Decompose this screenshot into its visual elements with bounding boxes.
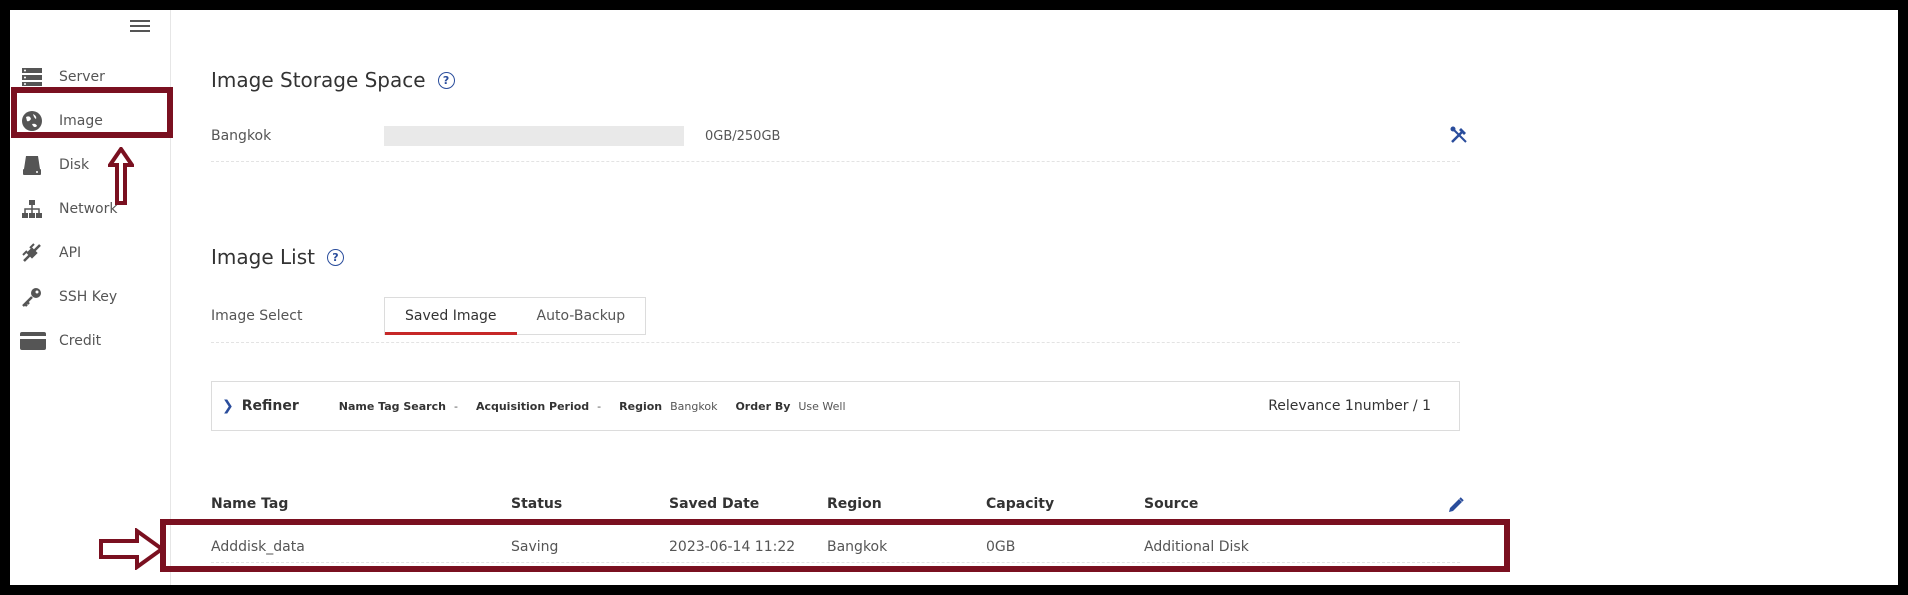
storage-title-text: Image Storage Space: [211, 68, 426, 92]
storage-section-title: Image Storage Space ?: [211, 68, 455, 92]
sidebar-item-network[interactable]: Network: [20, 194, 170, 224]
filter-value: -: [597, 399, 602, 413]
divider: [211, 562, 1460, 563]
sidebar-item-credit[interactable]: Credit: [20, 326, 170, 356]
sidebar-item-image[interactable]: Image: [20, 106, 170, 136]
divider: [211, 342, 1460, 343]
sidebar-item-label: Server: [59, 69, 105, 85]
credit-card-icon: [20, 329, 46, 353]
filter-label: Region: [619, 399, 663, 413]
storage-region-label: Bangkok: [211, 128, 272, 144]
sidebar-item-server[interactable]: Server: [20, 62, 170, 92]
pencil-edit-icon[interactable]: [1447, 496, 1465, 514]
sidebar-item-label: API: [59, 245, 82, 261]
menu-toggle-icon[interactable]: [130, 18, 150, 34]
image-globe-icon: [20, 109, 44, 133]
column-header-name-tag: Name Tag: [211, 496, 289, 512]
column-header-region: Region: [827, 496, 882, 512]
sidebar: Server Image Disk Network API SSH Key Cr…: [10, 10, 171, 585]
filter-value: -: [453, 399, 458, 413]
cell-capacity: 0GB: [986, 539, 1016, 555]
tools-icon[interactable]: [1449, 125, 1469, 145]
help-icon[interactable]: ?: [437, 71, 455, 89]
filter-value: Bangkok: [670, 399, 718, 413]
image-list-section-title: Image List ?: [211, 245, 344, 269]
sidebar-item-disk[interactable]: Disk: [20, 150, 170, 180]
storage-usage-bar: [384, 126, 684, 146]
column-header-source: Source: [1144, 496, 1199, 512]
cell-source: Additional Disk: [1144, 539, 1249, 555]
annotation-arrow-up-icon: [108, 147, 134, 205]
storage-usage-text: 0GB/250GB: [705, 129, 781, 144]
sidebar-item-ssh-key[interactable]: SSH Key: [20, 282, 170, 312]
refiner-title[interactable]: Refiner: [242, 398, 299, 414]
disk-icon: [20, 153, 44, 177]
filter-value: Use Well: [798, 399, 846, 413]
chevron-right-icon[interactable]: ❯: [222, 398, 234, 414]
network-icon: [20, 197, 44, 221]
filter-order-by[interactable]: Order By Use Well: [735, 400, 845, 413]
column-header-status: Status: [511, 496, 563, 512]
cell-name-tag[interactable]: Adddisk_data: [211, 539, 305, 555]
annotation-arrow-right-icon: [99, 528, 165, 570]
cell-region: Bangkok: [827, 539, 888, 555]
app-frame: Server Image Disk Network API SSH Key Cr…: [10, 10, 1898, 585]
relevance-count: Relevance 1number / 1: [1268, 398, 1431, 414]
filter-region[interactable]: Region Bangkok: [619, 400, 717, 413]
image-list-title-text: Image List: [211, 245, 315, 269]
sidebar-item-label: Credit: [59, 333, 102, 349]
api-icon: [20, 241, 44, 265]
column-header-saved-date: Saved Date: [669, 496, 760, 512]
filter-label: Name Tag Search: [338, 399, 446, 413]
cell-saved-date: 2023-06-14 11:22: [669, 539, 796, 555]
refiner-bar: ❯ Refiner Name Tag Search - Acquisition P…: [211, 381, 1460, 431]
column-header-capacity: Capacity: [986, 496, 1055, 512]
key-icon: [20, 285, 44, 309]
tab-auto-backup[interactable]: Auto-Backup: [517, 298, 646, 334]
server-icon: [20, 65, 44, 89]
tab-saved-image[interactable]: Saved Image: [385, 298, 517, 335]
filter-acquisition-period[interactable]: Acquisition Period -: [476, 400, 601, 413]
filter-label: Acquisition Period: [475, 399, 590, 413]
help-icon[interactable]: ?: [326, 248, 344, 266]
filter-label: Order By: [735, 399, 791, 413]
image-select-tabs: Saved Image Auto-Backup: [384, 297, 647, 335]
divider: [211, 161, 1460, 162]
sidebar-item-label: Image: [59, 113, 103, 129]
sidebar-item-label: SSH Key: [59, 289, 118, 305]
image-select-label: Image Select: [211, 308, 303, 324]
sidebar-item-label: Disk: [59, 157, 90, 173]
cell-status: Saving: [511, 539, 559, 555]
filter-name-tag[interactable]: Name Tag Search -: [339, 400, 458, 413]
main-content: Image Storage Space ? Bangkok 0GB/250GB …: [211, 10, 1471, 585]
sidebar-item-api[interactable]: API: [20, 238, 170, 268]
